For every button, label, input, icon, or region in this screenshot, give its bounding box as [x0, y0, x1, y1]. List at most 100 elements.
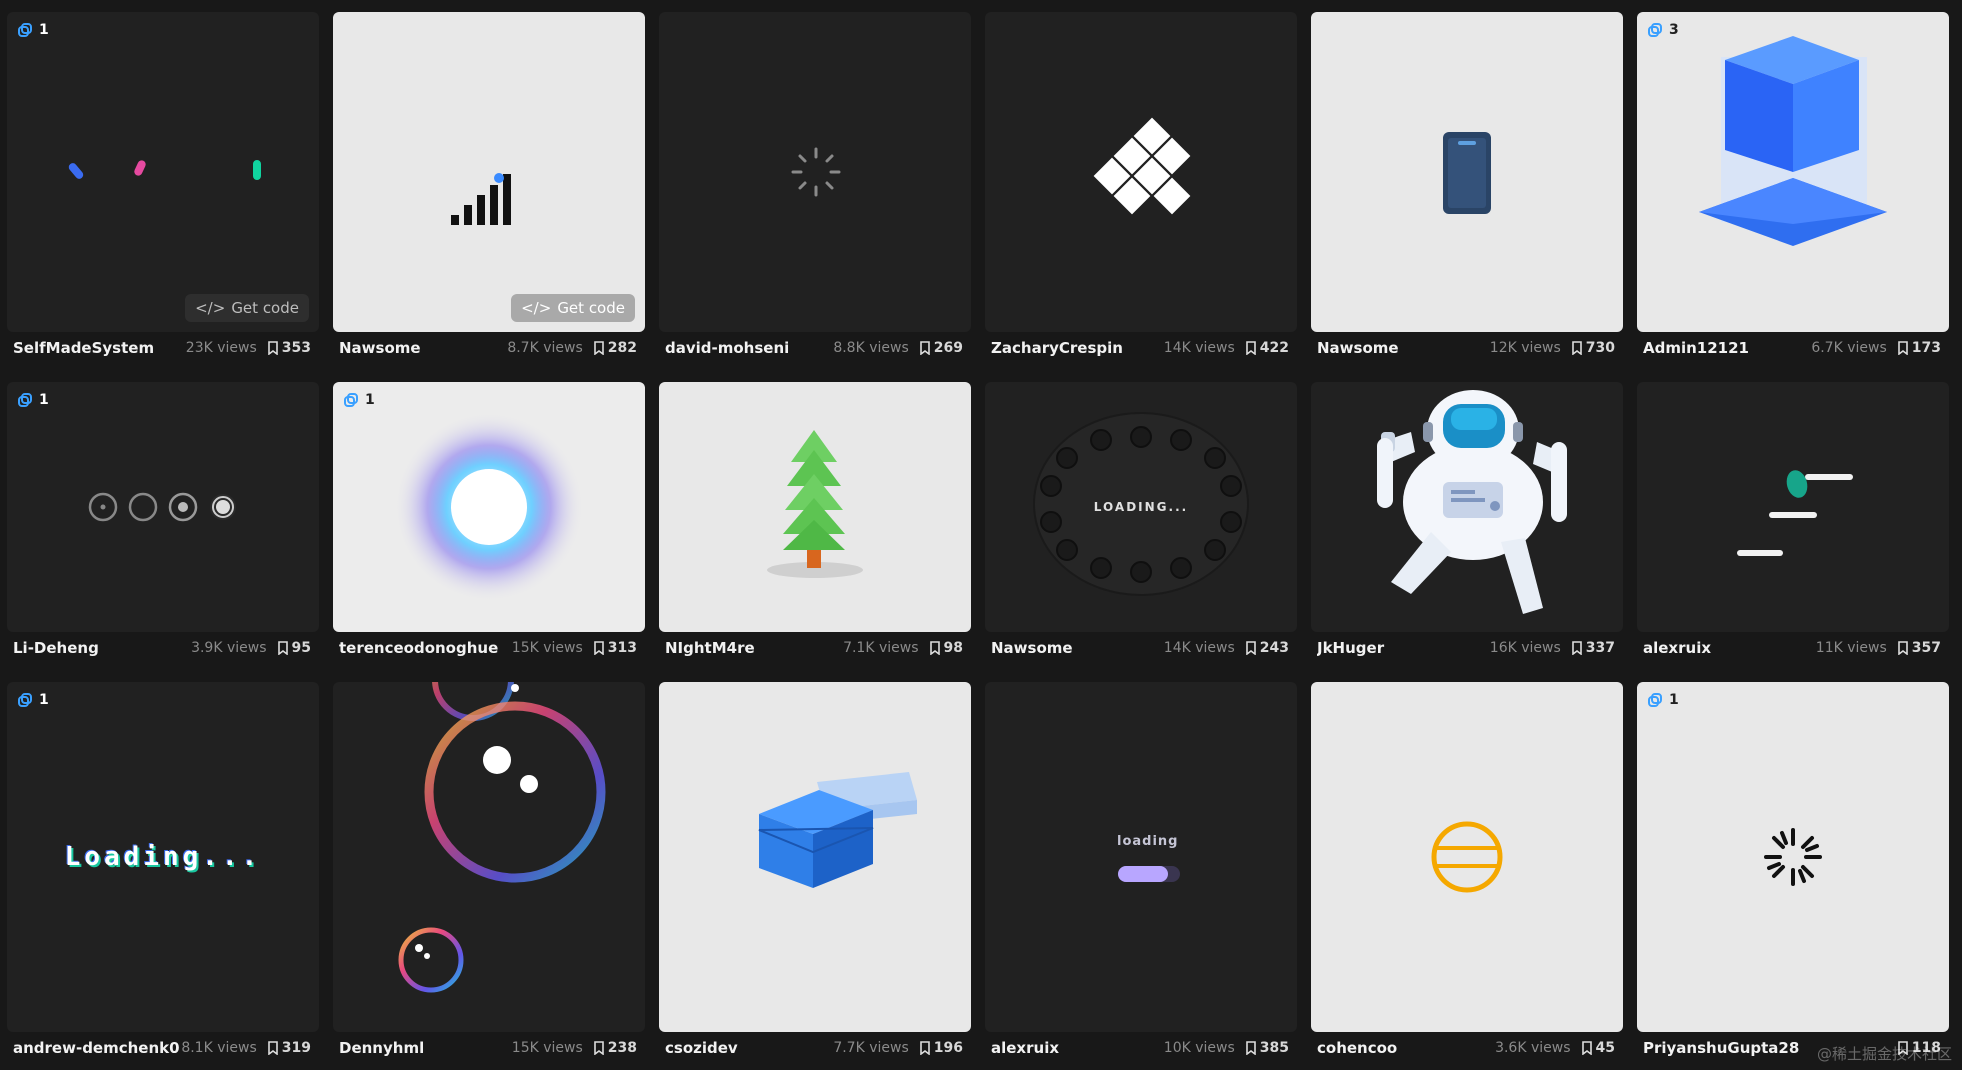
card-preview[interactable]: 1 </> Get code: [7, 12, 319, 332]
card[interactable]: 1 terenceodonoghue 15K views 313: [333, 382, 645, 662]
card[interactable]: 1 PriyanshuGupta28 118: [1637, 682, 1949, 1067]
author-link[interactable]: csozidev: [665, 1039, 833, 1057]
save-button[interactable]: 319: [267, 1040, 311, 1056]
bouncing-lines-loader: [1737, 470, 1853, 556]
card[interactable]: cohencoo 3.6K views 45: [1311, 682, 1623, 1067]
card[interactable]: Dennyhml 15K views 238: [333, 682, 645, 1067]
author-link[interactable]: Nawsome: [339, 339, 507, 357]
author-link[interactable]: Admin12121: [1643, 339, 1811, 357]
views-count: 14K views: [1163, 340, 1235, 356]
author-link[interactable]: cohencoo: [1317, 1039, 1495, 1057]
card-preview[interactable]: 1: [1637, 682, 1949, 1032]
card-meta: ZacharyCrespin 14K views 422: [991, 338, 1289, 358]
card-preview[interactable]: [1311, 382, 1623, 632]
save-button[interactable]: 243: [1245, 640, 1289, 656]
author-link[interactable]: terenceodonoghue: [339, 639, 512, 657]
card-preview[interactable]: [659, 682, 971, 1032]
save-button[interactable]: 196: [919, 1040, 963, 1056]
author-link[interactable]: Nawsome: [1317, 339, 1490, 357]
loader-text: loading: [1117, 834, 1179, 849]
save-button[interactable]: 385: [1245, 1040, 1289, 1056]
card-preview[interactable]: [659, 382, 971, 632]
save-button[interactable]: 422: [1245, 340, 1289, 356]
card-preview[interactable]: 1: [7, 382, 319, 632]
card-meta: csozidev 7.7K views 196: [665, 1038, 963, 1058]
card-preview[interactable]: [1311, 12, 1623, 332]
save-button[interactable]: 95: [277, 640, 311, 656]
card-meta: cohencoo 3.6K views 45: [1317, 1038, 1615, 1058]
save-button[interactable]: 730: [1571, 340, 1615, 356]
save-button[interactable]: 238: [593, 1040, 637, 1056]
card[interactable]: JkHuger 16K views 337: [1311, 382, 1623, 662]
card-meta: andrew-demchenk0 8.1K views 319: [13, 1038, 311, 1058]
card[interactable]: ZacharyCrespin 14K views 422: [985, 12, 1297, 367]
card[interactable]: 3 Admin12121 6.7K views 173: [1637, 12, 1949, 367]
card[interactable]: Nawsome 12K views 730: [1311, 12, 1623, 367]
views-count: 8.1K views: [181, 1040, 257, 1056]
card[interactable]: alexruix 11K views 357: [1637, 382, 1949, 662]
card-preview[interactable]: [1311, 682, 1623, 1032]
get-code-button[interactable]: </> Get code: [511, 294, 635, 322]
save-button[interactable]: 173: [1897, 340, 1941, 356]
save-button[interactable]: 337: [1571, 640, 1615, 656]
author-link[interactable]: david-mohseni: [665, 339, 833, 357]
card[interactable]: LOADING... Nawsome 14K views 243: [985, 382, 1297, 662]
card-preview[interactable]: 1 Loading...: [7, 682, 319, 1032]
card-preview[interactable]: </> Get code: [333, 12, 645, 332]
bookmark-icon: [1245, 341, 1256, 355]
code-icon: </>: [195, 299, 226, 317]
card-preview[interactable]: 1: [333, 382, 645, 632]
progress-fill: [1118, 866, 1168, 882]
card-preview[interactable]: LOADING...: [985, 382, 1297, 632]
save-button[interactable]: 353: [267, 340, 311, 356]
views-count: 3.9K views: [191, 640, 267, 656]
bookmark-icon: [1571, 641, 1582, 655]
card-preview[interactable]: loading: [985, 682, 1297, 1032]
author-link[interactable]: JkHuger: [1317, 639, 1490, 657]
author-link[interactable]: ZacharyCrespin: [991, 339, 1164, 357]
card-meta: Li-Deheng 3.9K views 95: [13, 638, 311, 658]
card-preview[interactable]: [659, 12, 971, 332]
card-meta: terenceodonoghue 15K views 313: [339, 638, 637, 658]
card[interactable]: 1 </> Get code SelfMadeSystem 23K views …: [7, 12, 319, 367]
card[interactable]: </> Get code Nawsome 8.7K views 282: [333, 12, 645, 367]
views-count: 15K views: [511, 1040, 583, 1056]
card-preview[interactable]: [333, 682, 645, 1032]
card[interactable]: david-mohseni 8.8K views 269: [659, 12, 971, 367]
author-link[interactable]: Li-Deheng: [13, 639, 191, 657]
card[interactable]: loading alexruix 10K views 385: [985, 682, 1297, 1067]
save-button[interactable]: 98: [929, 640, 963, 656]
card-meta: JkHuger 16K views 337: [1317, 638, 1615, 658]
author-link[interactable]: Dennyhml: [339, 1039, 512, 1057]
variant-badge: 1: [17, 692, 49, 708]
card-preview[interactable]: [985, 12, 1297, 332]
card-meta: NIghtM4re 7.1K views 98: [665, 638, 963, 658]
views-count: 12K views: [1489, 340, 1561, 356]
author-link[interactable]: NIghtM4re: [665, 639, 843, 657]
views-count: 3.6K views: [1495, 1040, 1571, 1056]
tree-loader: [767, 430, 863, 578]
globe-loader: [1431, 821, 1503, 893]
card[interactable]: 1 Li-Deheng 3.9K views 95: [7, 382, 319, 662]
author-link[interactable]: Nawsome: [991, 639, 1164, 657]
save-button[interactable]: 45: [1581, 1040, 1615, 1056]
get-code-button[interactable]: </> Get code: [185, 294, 309, 322]
bookmark-icon: [1897, 641, 1908, 655]
card-preview[interactable]: [1637, 382, 1949, 632]
save-button[interactable]: 313: [593, 640, 637, 656]
progress-track: [1118, 866, 1180, 882]
card[interactable]: 1 Loading... andrew-demchenk0 8.1K views…: [7, 682, 319, 1067]
card[interactable]: csozidev 7.7K views 196: [659, 682, 971, 1067]
save-button[interactable]: 357: [1897, 640, 1941, 656]
card[interactable]: NIghtM4re 7.1K views 98: [659, 382, 971, 662]
author-link[interactable]: alexruix: [1643, 639, 1816, 657]
bookmark-icon: [1245, 1041, 1256, 1055]
author-link[interactable]: andrew-demchenk0: [13, 1039, 181, 1057]
save-button[interactable]: 282: [593, 340, 637, 356]
author-link[interactable]: SelfMadeSystem: [13, 339, 186, 357]
views-count: 8.7K views: [507, 340, 583, 356]
author-link[interactable]: alexruix: [991, 1039, 1164, 1057]
save-button[interactable]: 269: [919, 340, 963, 356]
card-preview[interactable]: 3: [1637, 12, 1949, 332]
views-count: 11K views: [1815, 640, 1887, 656]
